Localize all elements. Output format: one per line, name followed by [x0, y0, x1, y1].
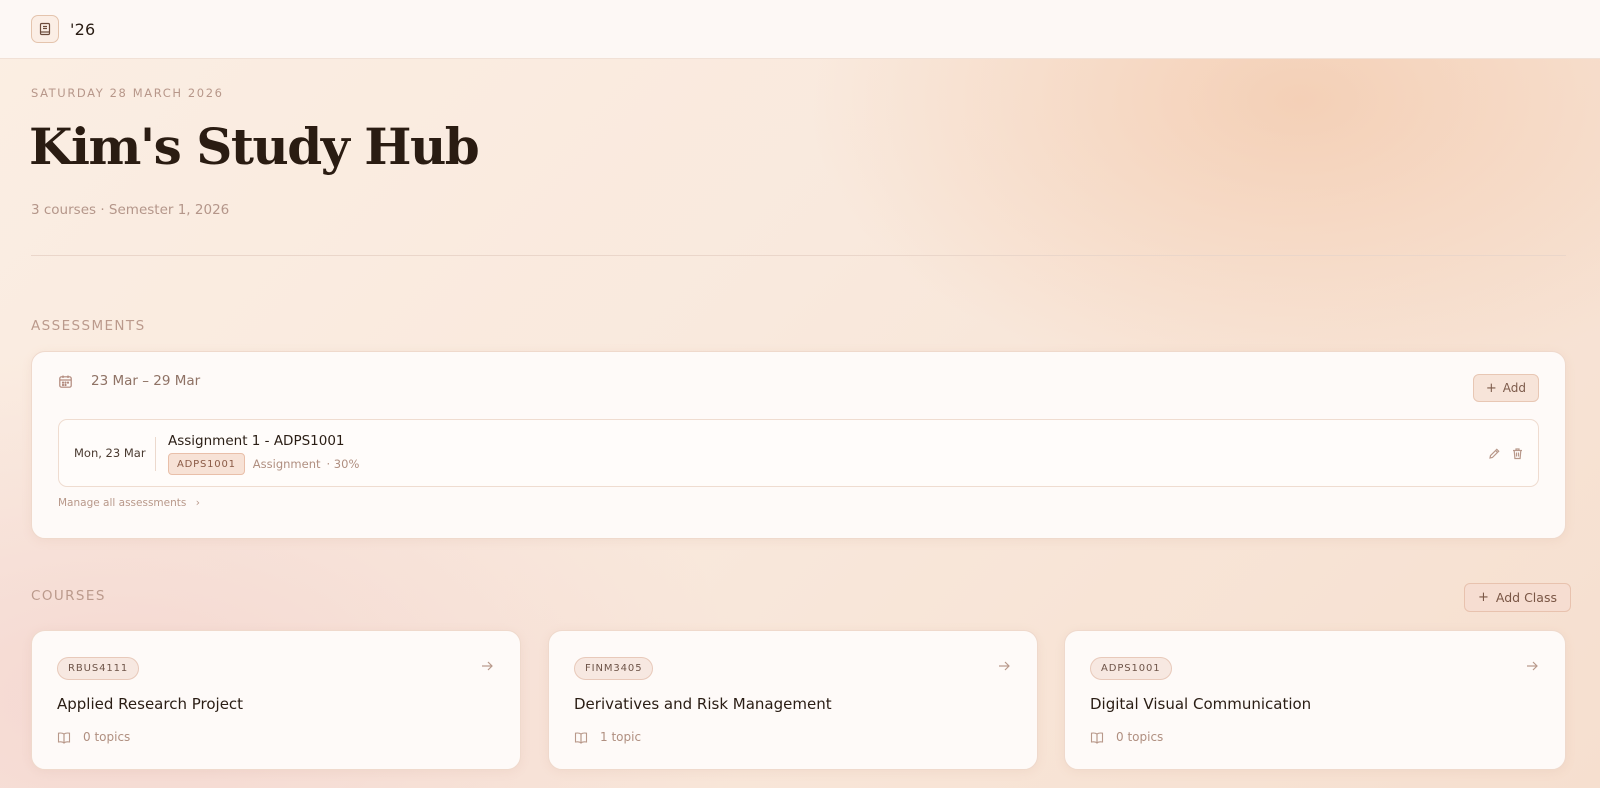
add-class-label: Add Class [1495, 590, 1557, 605]
course-name: Digital Visual Communication [1090, 695, 1312, 713]
course-topics: 0 topics [1090, 730, 1163, 744]
row-actions [1478, 447, 1524, 460]
week-range-label: 23 Mar – 29 Mar [91, 373, 201, 389]
row-separator [155, 437, 156, 471]
course-card[interactable]: ADPS1001 Digital Visual Communication 0 … [1064, 630, 1566, 770]
arrow-right-icon[interactable] [480, 659, 494, 673]
arrow-right-icon[interactable] [997, 659, 1011, 673]
chevron-right-icon: › [195, 497, 200, 509]
course-name: Derivatives and Risk Management [574, 695, 832, 713]
pencil-icon[interactable] [1488, 447, 1501, 460]
assessments-panel: 23 Mar – 29 Mar + Add Mon, 23 Mar Assign… [31, 351, 1566, 539]
add-class-button[interactable]: + Add Class [1464, 583, 1571, 612]
notebook-icon[interactable] [31, 15, 59, 43]
manage-assessments-label: Manage all assessments [58, 497, 187, 509]
top-bar: '26 [0, 0, 1600, 59]
course-card[interactable]: RBUS4111 Applied Research Project 0 topi… [31, 630, 521, 770]
plus-icon: + [1478, 590, 1489, 605]
assessment-weight: · 30% [326, 457, 360, 471]
assessment-row[interactable]: Mon, 23 Mar Assignment 1 - ADPS1001 ADPS… [58, 419, 1539, 487]
course-topics: 1 topic [574, 730, 641, 744]
assessments-heading: ASSESSMENTS [31, 318, 146, 334]
course-code-badge: RBUS4111 [57, 657, 140, 680]
plus-icon: + [1485, 380, 1497, 396]
book-open-icon [1090, 731, 1110, 744]
book-open-icon [57, 731, 77, 744]
course-topics-count: 0 topics [83, 730, 131, 744]
course-topics: 0 topics [57, 730, 130, 744]
book-open-icon [574, 731, 594, 744]
arrow-right-icon[interactable] [1525, 659, 1539, 673]
calendar-icon [58, 374, 82, 389]
page-title: Kim's Study Hub [29, 117, 480, 176]
course-topics-count: 1 topic [600, 730, 642, 744]
course-card[interactable]: FINM3405 Derivatives and Risk Management… [548, 630, 1038, 770]
courses-heading: COURSES [31, 588, 106, 604]
divider [31, 255, 1566, 256]
assessment-meta: ADPS1001 Assignment · 30% [168, 453, 359, 475]
assessment-course-tag: ADPS1001 [168, 453, 245, 475]
course-topics-count: 0 topics [1116, 730, 1164, 744]
brand-label: '26 [70, 19, 96, 39]
current-date: SATURDAY 28 MARCH 2026 [31, 86, 224, 100]
manage-assessments-link[interactable]: Manage all assessments › [58, 497, 200, 509]
add-assessment-button[interactable]: + Add [1472, 374, 1539, 402]
course-code-badge: ADPS1001 [1090, 657, 1172, 680]
week-range: 23 Mar – 29 Mar [58, 373, 200, 389]
page-subtitle: 3 courses · Semester 1, 2026 [31, 202, 230, 218]
course-code-badge: FINM3405 [574, 657, 654, 680]
assessment-type: Assignment [252, 457, 321, 471]
course-name: Applied Research Project [57, 695, 244, 713]
add-assessment-label: Add [1502, 381, 1526, 395]
assessment-title: Assignment 1 - ADPS1001 [168, 433, 345, 449]
assessment-date: Mon, 23 Mar [74, 446, 146, 460]
trash-icon[interactable] [1511, 447, 1524, 460]
